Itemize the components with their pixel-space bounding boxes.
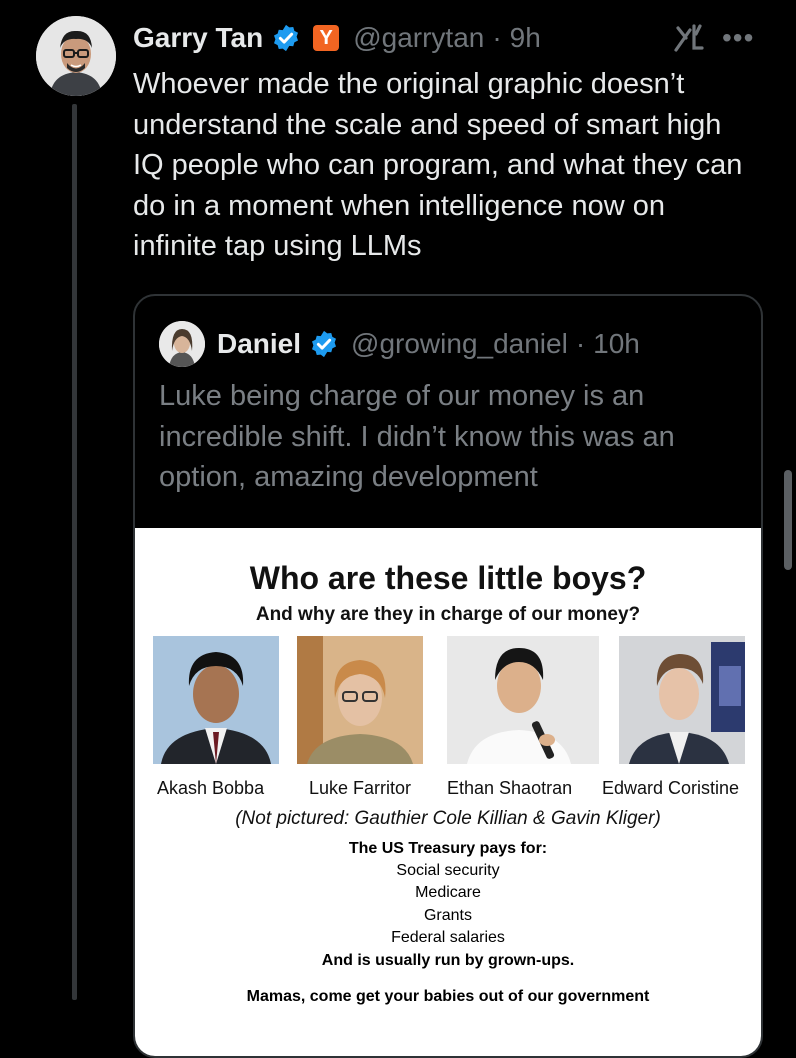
author-name[interactable]: Garry Tan <box>133 22 263 54</box>
person-name-3: Ethan Shaotran <box>447 778 573 798</box>
separator-dot: · <box>492 22 502 53</box>
quoted-post-image[interactable]: Who are these little boys? And why are t… <box>135 528 761 1056</box>
person-name-1: Akash Bobba <box>157 778 265 798</box>
person-photo-2 <box>297 636 423 764</box>
author-avatar[interactable] <box>36 16 116 96</box>
quoted-post-header: Daniel @growing_daniel · 10h <box>159 320 640 368</box>
person-photo-4 <box>619 636 745 764</box>
treasury-footer: And is usually run by grown-ups. <box>321 952 575 969</box>
quoted-author-name[interactable]: Daniel <box>217 328 301 360</box>
verified-icon[interactable] <box>271 23 301 53</box>
more-icon[interactable]: ••• <box>722 24 762 52</box>
graphic-closing-line: Mamas, come get your babies out of our g… <box>246 988 650 1005</box>
quoted-post-time[interactable]: 10h <box>593 328 640 360</box>
pays-item: Social security <box>396 862 500 879</box>
not-pictured-note: (Not pictured: Gauthier Cole Killian & G… <box>235 808 661 829</box>
grok-icon[interactable] <box>672 22 708 54</box>
pays-item: Federal salaries <box>391 929 505 946</box>
post-header: Garry Tan Y @garrytan · 9h <box>133 18 541 58</box>
person-photo-3 <box>447 636 599 764</box>
treasury-pays-title: The US Treasury pays for: <box>348 840 548 857</box>
quoted-author-handle[interactable]: @growing_daniel <box>351 328 568 360</box>
person-photo-1 <box>153 636 279 764</box>
verified-icon[interactable] <box>309 329 339 359</box>
graphic-title: Who are these little boys? <box>249 560 647 596</box>
quoted-post[interactable]: Daniel @growing_daniel · 10h Luke being … <box>133 294 763 1058</box>
thread-connector <box>72 104 77 1000</box>
graphic-subtitle: And why are they in charge of our money? <box>255 604 641 625</box>
post-time[interactable]: 9h <box>510 22 541 54</box>
yc-badge-icon[interactable]: Y <box>313 25 340 51</box>
quoted-author-avatar[interactable] <box>159 321 205 367</box>
separator-dot: · <box>575 328 586 359</box>
post-text: Whoever made the original graphic doesn’… <box>133 68 743 262</box>
person-name-4: Edward Coristine <box>602 778 740 798</box>
scrollbar-thumb[interactable] <box>784 470 792 570</box>
author-handle[interactable]: @garrytan <box>353 22 484 54</box>
person-name-2: Luke Farritor <box>309 778 412 798</box>
quoted-post-text: Luke being charge of our money is an inc… <box>159 380 675 493</box>
pays-item: Medicare <box>415 884 481 901</box>
pays-item: Grants <box>423 907 472 924</box>
